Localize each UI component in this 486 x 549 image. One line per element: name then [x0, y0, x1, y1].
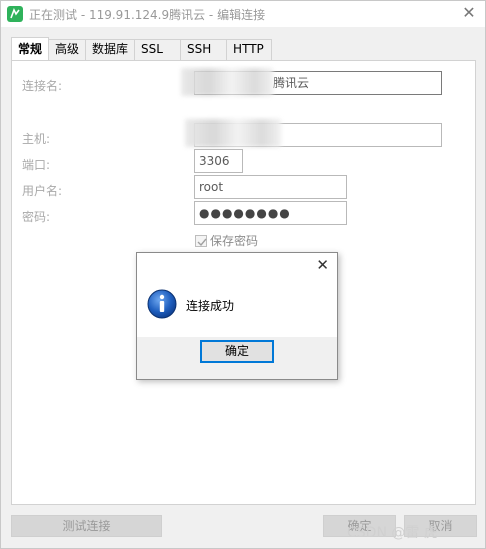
- connection-name-value: 腾讯云: [273, 76, 310, 90]
- dialog-close-icon[interactable]: ✕: [316, 258, 329, 273]
- save-password-label: 保存密码: [210, 234, 259, 248]
- dialog-body: 连接成功: [137, 279, 337, 337]
- blurred-text: [181, 68, 273, 96]
- port-label: 端口:: [22, 158, 51, 172]
- save-password-row[interactable]: 保存密码: [195, 232, 258, 249]
- tab-bar: 常规 高级 数据库 SSL SSH HTTP: [11, 37, 273, 60]
- test-connection-button[interactable]: 测试连接: [11, 515, 162, 537]
- tab-ssh[interactable]: SSH: [180, 39, 228, 60]
- dialog-title-bar: ✕: [137, 253, 337, 279]
- dialog-ok-button[interactable]: 确定: [200, 340, 274, 363]
- message-dialog: ✕ 连接成功 确定: [136, 252, 338, 380]
- username-label: 用户名:: [22, 184, 63, 198]
- info-icon: [147, 289, 177, 319]
- tab-database[interactable]: 数据库: [85, 39, 136, 60]
- username-input[interactable]: root: [194, 175, 347, 199]
- check-icon: [197, 238, 207, 246]
- blurred-host: [185, 119, 281, 147]
- csdn-watermark: CSDN @雷 虎: [347, 525, 438, 541]
- title-bar: 正在测试 - 119.91.124.9腾讯云 - 编辑连接 ✕: [1, 1, 485, 27]
- tab-ssl[interactable]: SSL: [134, 39, 182, 60]
- window-close-icon[interactable]: ✕: [461, 5, 477, 21]
- dialog-message: 连接成功: [186, 299, 235, 313]
- tab-general[interactable]: 常规: [11, 37, 50, 60]
- navicat-app-icon: [7, 6, 23, 22]
- tab-http[interactable]: HTTP: [226, 39, 273, 60]
- tab-advanced[interactable]: 高级: [48, 39, 87, 60]
- connection-name-label: 连接名:: [22, 79, 63, 93]
- password-label: 密码:: [22, 210, 51, 224]
- port-input[interactable]: 3306: [194, 149, 243, 173]
- window-title: 正在测试 - 119.91.124.9腾讯云 - 编辑连接: [29, 8, 266, 22]
- save-password-checkbox[interactable]: [195, 234, 207, 247]
- password-input[interactable]: ●●●●●●●●: [194, 201, 347, 225]
- host-label: 主机:: [22, 132, 51, 146]
